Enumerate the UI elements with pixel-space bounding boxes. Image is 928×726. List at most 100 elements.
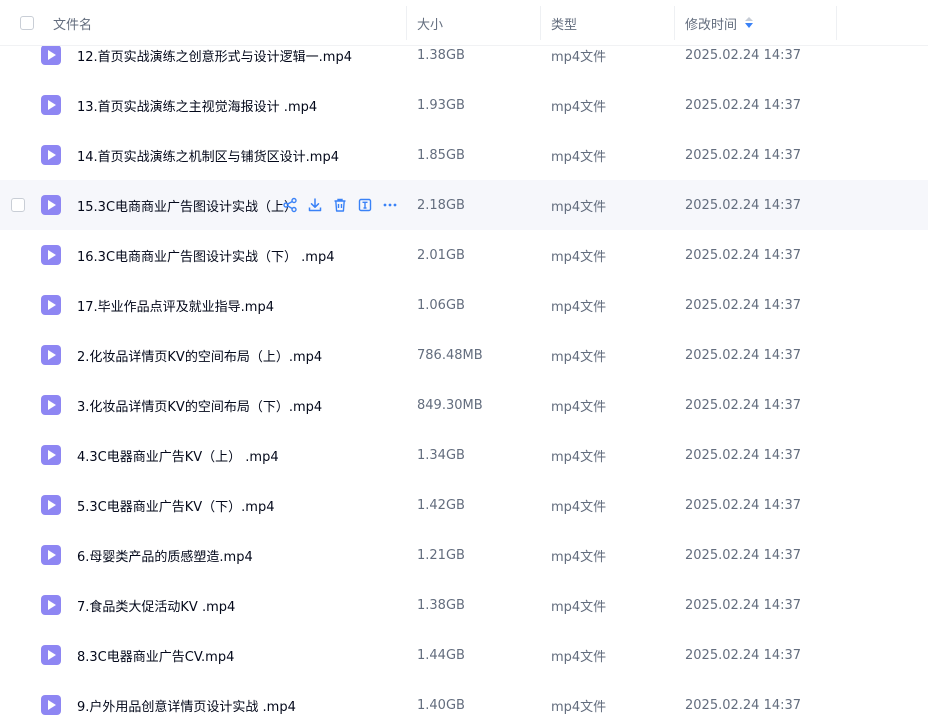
file-modified-time: 2025.02.24 14:37 <box>685 197 802 213</box>
column-size-label: 大小 <box>417 17 444 33</box>
video-file-icon <box>41 645 61 665</box>
file-type: mp4文件 <box>551 499 607 515</box>
file-size: 1.85GB <box>417 147 465 163</box>
file-type: mp4文件 <box>551 399 607 415</box>
table-row[interactable]: 13.首页实战演练之主视觉海报设计 .mp4 1.93GB mp4文件 2025.02… <box>0 80 928 130</box>
file-type: mp4文件 <box>551 149 607 165</box>
file-type: mp4文件 <box>551 299 607 315</box>
table-row[interactable]: 9.户外用品创意详情页设计实战 .mp4 1.40GB mp4文件 2025.02.2… <box>0 680 928 726</box>
video-file-icon <box>41 595 61 615</box>
file-list-header: 文件名 大小 类型 修改时间 <box>0 0 928 46</box>
file-name[interactable]: 13.首页实战演练之主视觉海报设计 .mp4 <box>77 80 317 130</box>
rename-icon[interactable] <box>356 196 374 214</box>
select-all-checkbox[interactable] <box>20 16 34 30</box>
column-divider[interactable] <box>540 6 541 40</box>
column-type-label: 类型 <box>551 17 578 33</box>
file-name[interactable]: 9.户外用品创意详情页设计实战 .mp4 <box>77 680 296 726</box>
sort-desc-icon[interactable] <box>745 17 754 29</box>
video-file-icon <box>41 345 61 365</box>
column-divider[interactable] <box>836 6 837 40</box>
table-row[interactable]: 4.3C电器商业广告KV（上） .mp4 1.34GB mp4文件 2025.02.2… <box>0 430 928 480</box>
file-size: 1.06GB <box>417 297 465 313</box>
video-file-icon <box>41 95 61 115</box>
delete-icon[interactable] <box>331 196 349 214</box>
file-name[interactable]: 14.首页实战演练之机制区与铺货区设计.mp4 <box>77 130 339 180</box>
table-row[interactable]: 5.3C电器商业广告KV（下）.mp4 1.42GB mp4文件 2025.02.24… <box>0 480 928 530</box>
file-size: 1.40GB <box>417 697 465 713</box>
file-size: 849.30MB <box>417 397 483 413</box>
file-name[interactable]: 16.3C电商商业广告图设计实战（下） .mp4 <box>77 230 334 280</box>
file-name[interactable]: 3.化妆品详情页KV的空间布局（下）.mp4 <box>77 380 322 430</box>
file-modified-time: 2025.02.24 14:37 <box>685 347 802 363</box>
file-size: 1.21GB <box>417 547 465 563</box>
file-type: mp4文件 <box>551 349 607 365</box>
file-name[interactable]: 2.化妆品详情页KV的空间布局（上）.mp4 <box>77 330 322 380</box>
share-icon[interactable] <box>281 196 299 214</box>
file-modified-time: 2025.02.24 14:37 <box>685 97 802 113</box>
file-modified-time: 2025.02.24 14:37 <box>685 247 802 263</box>
column-name-label: 文件名 <box>53 17 93 33</box>
file-modified-time: 2025.02.24 14:37 <box>685 297 802 313</box>
column-header-size[interactable]: 大小 <box>417 0 443 46</box>
video-file-icon <box>41 395 61 415</box>
column-header-name[interactable]: 文件名 <box>53 0 92 46</box>
file-type: mp4文件 <box>551 649 607 665</box>
video-file-icon <box>41 245 61 265</box>
column-divider[interactable] <box>406 6 407 40</box>
row-actions <box>281 180 399 230</box>
download-icon[interactable] <box>306 196 324 214</box>
column-header-type[interactable]: 类型 <box>551 0 577 46</box>
column-time-label: 修改时间 <box>685 17 738 33</box>
row-checkbox[interactable] <box>11 198 25 212</box>
file-modified-time: 2025.02.24 14:37 <box>685 547 802 563</box>
column-header-time[interactable]: 修改时间 <box>685 0 754 46</box>
file-name[interactable]: 8.3C电器商业广告CV.mp4 <box>77 630 234 680</box>
file-modified-time: 2025.02.24 14:37 <box>685 147 802 163</box>
file-name[interactable]: 4.3C电器商业广告KV（上） .mp4 <box>77 430 279 480</box>
file-type: mp4文件 <box>551 449 607 465</box>
file-size: 1.44GB <box>417 647 465 663</box>
file-type: mp4文件 <box>551 549 607 565</box>
table-row[interactable]: 17.毕业作品点评及就业指导.mp4 1.06GB mp4文件 2025.02.24 … <box>0 280 928 330</box>
file-size: 1.38GB <box>417 597 465 613</box>
file-modified-time: 2025.02.24 14:37 <box>685 447 802 463</box>
file-name[interactable]: 17.毕业作品点评及就业指导.mp4 <box>77 280 274 330</box>
table-row[interactable]: 14.首页实战演练之机制区与铺货区设计.mp4 1.85GB mp4文件 2025.0… <box>0 130 928 180</box>
file-name[interactable]: 6.母婴类产品的质感塑造.mp4 <box>77 530 253 580</box>
more-icon[interactable] <box>381 196 399 214</box>
file-type: mp4文件 <box>551 599 607 615</box>
file-modified-time: 2025.02.24 14:37 <box>685 497 802 513</box>
video-file-icon <box>41 495 61 515</box>
table-row[interactable]: 8.3C电器商业广告CV.mp4 1.44GB mp4文件 2025.02.24 14… <box>0 630 928 680</box>
table-row[interactable]: 7.食品类大促活动KV .mp4 1.38GB mp4文件 2025.02.24 14… <box>0 580 928 630</box>
file-type: mp4文件 <box>551 699 607 715</box>
file-type: mp4文件 <box>551 249 607 265</box>
table-row[interactable]: 16.3C电商商业广告图设计实战（下） .mp4 2.01GB mp4文件 2025.… <box>0 230 928 280</box>
video-file-icon <box>41 695 61 715</box>
file-modified-time: 2025.02.24 14:37 <box>685 597 802 613</box>
file-type: mp4文件 <box>551 99 607 115</box>
file-size: 2.18GB <box>417 197 465 213</box>
table-row[interactable]: 6.母婴类产品的质感塑造.mp4 1.21GB mp4文件 2025.02.24 14… <box>0 530 928 580</box>
file-size: 1.42GB <box>417 497 465 513</box>
video-file-icon <box>41 45 61 65</box>
file-type: mp4文件 <box>551 199 607 215</box>
video-file-icon <box>41 445 61 465</box>
column-divider[interactable] <box>674 6 675 40</box>
file-size: 1.34GB <box>417 447 465 463</box>
file-size: 2.01GB <box>417 247 465 263</box>
file-name[interactable]: 5.3C电器商业广告KV（下）.mp4 <box>77 480 275 530</box>
table-row[interactable]: 3.化妆品详情页KV的空间布局（下）.mp4 849.30MB mp4文件 2025.… <box>0 380 928 430</box>
video-file-icon <box>41 145 61 165</box>
table-row[interactable]: 2.化妆品详情页KV的空间布局（上）.mp4 786.48MB mp4文件 2025.… <box>0 330 928 380</box>
video-file-icon <box>41 195 61 215</box>
file-modified-time: 2025.02.24 14:37 <box>685 397 802 413</box>
table-row[interactable]: 15.3C电商商业广告图设计实战（上） 2.18GB mp4文件 2025.02.24… <box>0 180 928 230</box>
file-name[interactable]: 15.3C电商商业广告图设计实战（上） <box>77 180 297 230</box>
video-file-icon <box>41 545 61 565</box>
file-modified-time: 2025.02.24 14:37 <box>685 697 802 713</box>
video-file-icon <box>41 295 61 315</box>
file-name[interactable]: 7.食品类大促活动KV .mp4 <box>77 580 235 630</box>
file-size: 1.93GB <box>417 97 465 113</box>
file-size: 786.48MB <box>417 347 483 363</box>
